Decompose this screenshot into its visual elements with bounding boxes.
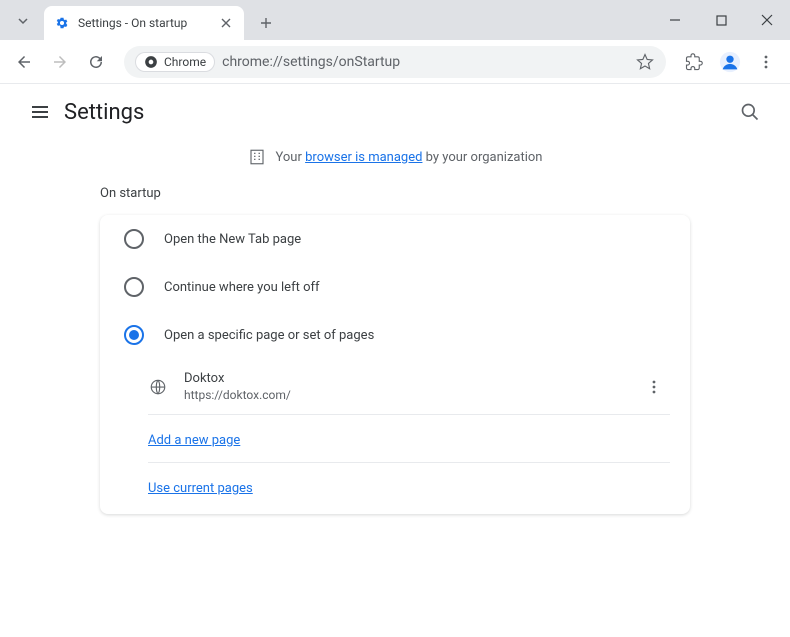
radio-new-tab[interactable]: Open the New Tab page	[100, 215, 690, 263]
managed-link[interactable]: browser is managed	[305, 150, 422, 165]
site-chip-label: Chrome	[164, 55, 206, 69]
window-titlebar: Settings - On startup	[0, 0, 790, 40]
radio-icon	[124, 277, 144, 297]
arrow-left-icon	[15, 53, 33, 71]
add-page-row: Add a new page	[148, 415, 670, 463]
radio-icon	[124, 229, 144, 249]
star-icon	[636, 53, 654, 71]
bookmark-button[interactable]	[636, 53, 654, 71]
reload-button[interactable]	[80, 46, 112, 78]
url-text: chrome://settings/onStartup	[222, 54, 400, 70]
tab-search-dropdown[interactable]	[6, 4, 40, 38]
site-chip[interactable]: Chrome	[136, 53, 214, 71]
page-info: Doktox https://doktox.com/	[184, 371, 638, 402]
page-name: Doktox	[184, 371, 638, 386]
use-current-link[interactable]: Use current pages	[148, 481, 253, 496]
radio-label: Continue where you left off	[164, 280, 320, 295]
startup-page-item: Doktox https://doktox.com/	[148, 359, 670, 415]
page-url: https://doktox.com/	[184, 388, 638, 402]
search-settings-button[interactable]	[730, 92, 770, 132]
close-icon	[221, 18, 231, 28]
settings-header: Settings	[0, 84, 790, 140]
settings-content: Your browser is managed by your organiza…	[0, 148, 790, 514]
tab-close-button[interactable]	[218, 15, 234, 31]
arrow-right-icon	[51, 53, 69, 71]
page-title: Settings	[64, 100, 144, 125]
chevron-down-icon	[17, 15, 29, 27]
managed-text: Your browser is managed by your organiza…	[276, 150, 543, 165]
radio-icon	[124, 325, 144, 345]
more-vertical-icon	[758, 54, 774, 70]
reload-icon	[87, 53, 105, 71]
address-bar[interactable]: Chrome chrome://settings/onStartup	[124, 46, 666, 78]
new-tab-button[interactable]	[252, 9, 280, 37]
more-vertical-icon	[646, 379, 662, 395]
page-more-button[interactable]	[638, 379, 670, 395]
minimize-icon	[669, 14, 681, 26]
maximize-button[interactable]	[698, 4, 744, 36]
search-icon	[740, 102, 760, 122]
close-icon	[761, 14, 773, 26]
puzzle-icon	[685, 53, 703, 71]
settings-menu-button[interactable]	[20, 92, 60, 132]
plus-icon	[260, 17, 272, 29]
radio-label: Open the New Tab page	[164, 232, 301, 247]
startup-pages-list: Doktox https://doktox.com/ Add a new pag…	[148, 359, 670, 510]
chrome-icon	[144, 55, 158, 69]
gear-icon	[54, 15, 70, 31]
radio-continue[interactable]: Continue where you left off	[100, 263, 690, 311]
minimize-button[interactable]	[652, 4, 698, 36]
use-current-row: Use current pages	[148, 463, 670, 510]
profile-button[interactable]	[714, 46, 746, 78]
tab-title: Settings - On startup	[78, 16, 218, 30]
browser-tab[interactable]: Settings - On startup	[44, 6, 244, 40]
avatar-icon	[719, 51, 741, 73]
radio-specific-pages[interactable]: Open a specific page or set of pages	[100, 311, 690, 359]
startup-card: Open the New Tab page Continue where you…	[100, 215, 690, 514]
extensions-button[interactable]	[678, 46, 710, 78]
menu-button[interactable]	[750, 46, 782, 78]
section-title: On startup	[100, 186, 770, 201]
window-controls	[652, 0, 790, 40]
back-button[interactable]	[8, 46, 40, 78]
managed-notice: Your browser is managed by your organiza…	[20, 148, 770, 166]
hamburger-icon	[30, 102, 50, 122]
radio-label: Open a specific page or set of pages	[164, 328, 374, 343]
close-window-button[interactable]	[744, 4, 790, 36]
maximize-icon	[716, 15, 727, 26]
building-icon	[248, 148, 266, 166]
add-page-link[interactable]: Add a new page	[148, 433, 240, 448]
browser-toolbar: Chrome chrome://settings/onStartup	[0, 40, 790, 84]
forward-button[interactable]	[44, 46, 76, 78]
globe-icon	[148, 377, 168, 397]
